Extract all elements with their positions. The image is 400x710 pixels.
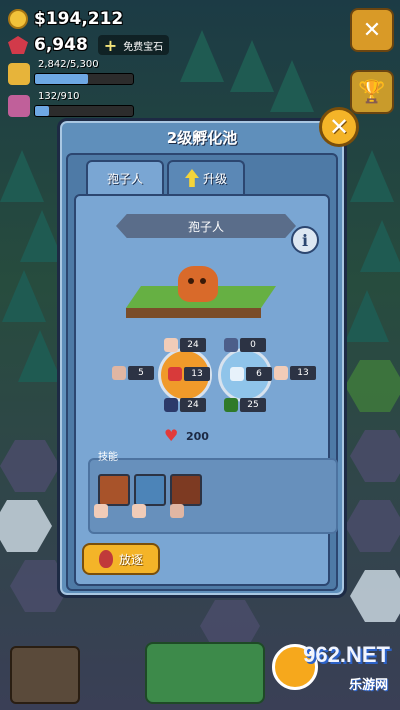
- skills-panel: 技能: [88, 452, 338, 534]
- wrench-icon: ✕: [362, 17, 382, 43]
- fist-icon: [274, 366, 288, 380]
- shield-icon: [230, 367, 244, 381]
- muscle-icon: [168, 367, 182, 381]
- skills-title: 技能: [98, 452, 118, 463]
- tab-label: 升级: [202, 171, 227, 186]
- stat-top-right: 0: [240, 338, 266, 352]
- progress-fill: [35, 106, 50, 116]
- leaf-icon: [224, 398, 238, 412]
- close-icon: ✕: [328, 113, 350, 141]
- info-button[interactable]: i: [291, 226, 319, 254]
- stat-center-right: 6: [246, 367, 272, 381]
- bar-label: 132/910: [38, 91, 80, 102]
- bird-icon: [8, 95, 30, 117]
- stat-center-left: 13: [184, 367, 210, 381]
- skill-bite-icon[interactable]: [98, 474, 130, 506]
- coins-row: $194,212: [8, 6, 208, 32]
- skill-crystal-icon[interactable]: [134, 474, 166, 506]
- creature-name-banner: 孢子人: [116, 214, 296, 238]
- coins-value: $194,212: [34, 9, 124, 29]
- hp-row: ♥ 200: [164, 428, 209, 444]
- egg-icon: [98, 550, 113, 568]
- plus-icon: +: [103, 35, 118, 55]
- bar-label: 2,842/5,300: [38, 59, 99, 70]
- tab-label: 孢子人: [106, 171, 143, 186]
- gems-row: 6,948 + 免费宝石: [8, 32, 208, 58]
- bottom-center-building[interactable]: [145, 642, 265, 704]
- stat-right: 13: [290, 366, 316, 380]
- stat-bottom-right: 25: [240, 398, 266, 412]
- upgrade-arrow-icon: [184, 169, 199, 187]
- release-label: 放逐: [118, 552, 143, 567]
- bug-icon: [164, 398, 178, 412]
- gem-icon: [8, 36, 28, 54]
- stat-top-left: 24: [180, 338, 206, 352]
- free-gems-label: 免费宝石: [123, 41, 164, 53]
- creature-panel: 孢子人 i 5 24 13 24 0 6 25 13 ♥ 200 技能: [74, 194, 338, 586]
- info-icon: i: [301, 230, 309, 250]
- star-icon: [8, 63, 30, 85]
- fist-icon: [94, 504, 108, 518]
- progress-bar: [34, 73, 134, 85]
- trophy-button[interactable]: 🏆: [350, 70, 394, 114]
- progress-fill: [35, 74, 88, 84]
- release-button[interactable]: 放逐: [82, 543, 160, 575]
- coin-icon: [8, 9, 28, 29]
- tab-upgrade[interactable]: 升级: [167, 160, 245, 194]
- dialog-title: 2级孵化池: [166, 129, 238, 147]
- creature-name: 孢子人: [187, 219, 224, 234]
- gems-value: 6,948: [34, 35, 88, 55]
- resource-bar-1: 2,842/5,300: [8, 58, 208, 90]
- dialog-inner: 孢子人 升级 孢子人 i 5 24 13 24 0 6 25 13 ♥ 200 …: [66, 153, 338, 591]
- settings-button[interactable]: ✕: [350, 8, 394, 52]
- heart-icon: ♥: [164, 426, 179, 445]
- hp-value: 200: [186, 429, 209, 443]
- watermark-main: 962.NET: [303, 642, 390, 667]
- brain-icon: [132, 504, 146, 518]
- hand-icon: [170, 504, 184, 518]
- tab-creature[interactable]: 孢子人: [86, 160, 164, 194]
- hud: $194,212 6,948 + 免费宝石 2,842/5,300 132/91…: [8, 6, 208, 122]
- skill-spore-icon[interactable]: [170, 474, 202, 506]
- hand-icon: [112, 366, 126, 380]
- watermark: 962.NET 乐游网: [272, 640, 394, 700]
- bottom-left-building[interactable]: [10, 646, 80, 704]
- creature-stats: 5 24 13 24 0 6 25 13: [106, 336, 316, 416]
- close-button[interactable]: ✕: [319, 107, 359, 147]
- trophy-icon: 🏆: [358, 79, 386, 105]
- fist-icon: [164, 338, 178, 352]
- stat-bottom-left: 24: [180, 398, 206, 412]
- rock-icon: [224, 338, 238, 352]
- progress-bar: [34, 105, 134, 117]
- stat-left: 5: [128, 366, 154, 380]
- hatchery-dialog: 2级孵化池 孢子人 升级 孢子人 i 5 24 13 24 0 6 25 13 …: [57, 118, 347, 598]
- watermark-sub: 乐游网: [348, 678, 388, 693]
- free-gems-button[interactable]: + 免费宝石: [97, 35, 170, 55]
- creature-sprite: [178, 266, 218, 302]
